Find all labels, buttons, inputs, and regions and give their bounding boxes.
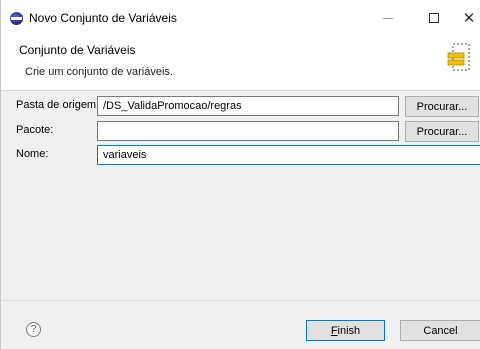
title-bar: Novo Conjunto de Variáveis ✕ <box>1 0 480 36</box>
window-title: Novo Conjunto de Variáveis <box>29 11 177 25</box>
package-label: Pacote: <box>16 124 54 136</box>
close-button[interactable]: ✕ <box>446 0 480 36</box>
maximize-icon <box>429 13 439 23</box>
browse-package-button[interactable]: Procurar... <box>405 121 479 142</box>
source-folder-label: Pasta de origem: <box>16 99 100 111</box>
package-row: Pacote: Procurar... <box>1 120 480 142</box>
finish-button[interactable]: Finish <box>306 320 385 341</box>
source-folder-row: Pasta de origem: Procurar... <box>1 95 480 117</box>
finish-label: inish <box>337 324 361 337</box>
minimize-icon <box>383 17 393 19</box>
minimize-button[interactable] <box>365 0 411 36</box>
help-icon[interactable]: ? <box>26 322 41 337</box>
dialog-window: Novo Conjunto de Variáveis ✕ Conjunto de… <box>0 0 480 349</box>
close-icon: ✕ <box>462 8 476 27</box>
banner-description: Crie um conjunto de variáveis. <box>25 66 173 78</box>
cancel-button[interactable]: Cancel <box>400 320 480 341</box>
variable-set-wizard-icon <box>447 43 470 71</box>
source-folder-input[interactable] <box>97 96 399 116</box>
name-input[interactable] <box>97 145 480 165</box>
name-label: Nome: <box>16 148 49 160</box>
button-bar: ? Finish Cancel <box>1 300 480 349</box>
name-row: Nome: <box>1 144 480 166</box>
package-input[interactable] <box>97 121 399 141</box>
browse-source-folder-button[interactable]: Procurar... <box>405 96 479 117</box>
banner-title: Conjunto de Variáveis <box>19 43 136 57</box>
wizard-banner: Conjunto de Variáveis Crie um conjunto d… <box>1 36 480 91</box>
eclipse-app-icon <box>10 12 23 25</box>
finish-mnemonic: F <box>330 324 338 337</box>
